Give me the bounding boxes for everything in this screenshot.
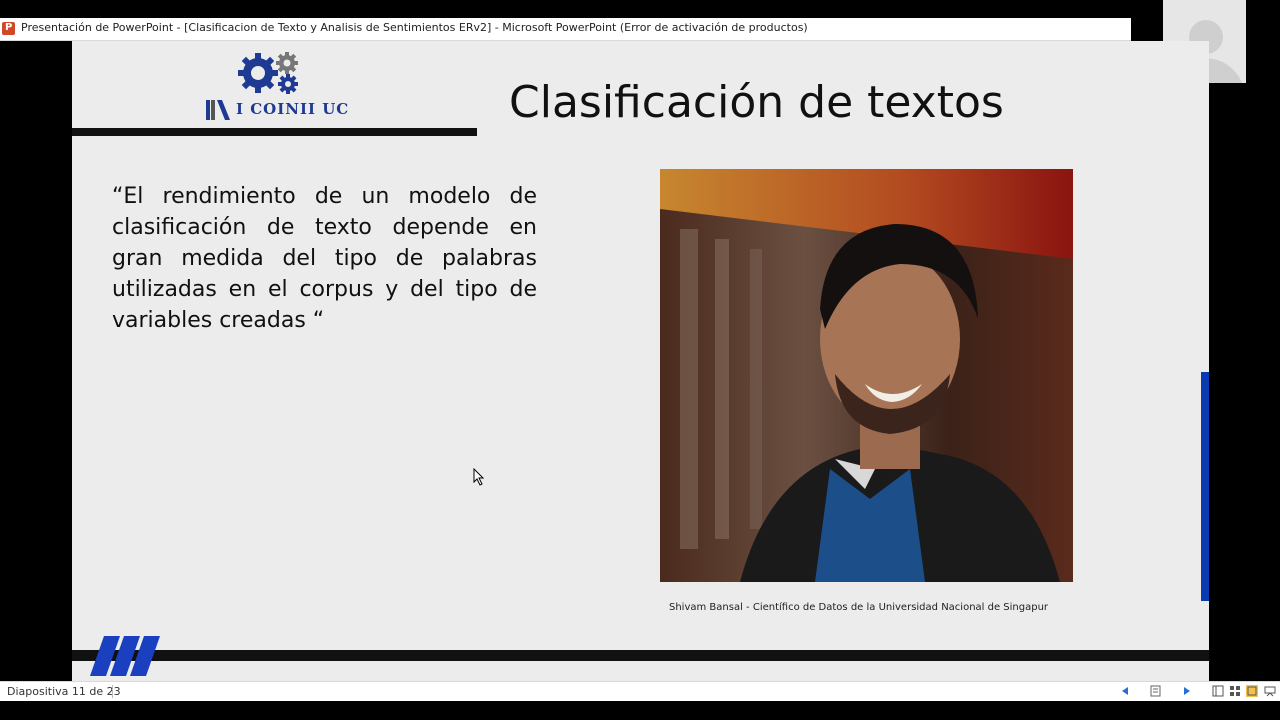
photo-caption: Shivam Bansal - Científico de Datos de l… [669, 602, 1049, 613]
notes-icon[interactable] [1150, 685, 1162, 697]
footer-rule [72, 650, 1209, 661]
slideshow-icon[interactable] [1264, 685, 1276, 697]
header-rule [72, 128, 477, 136]
book-icon [206, 100, 230, 120]
normal-view-icon[interactable] [1212, 685, 1224, 697]
status-bar: Diapositiva 11 de 23 [0, 681, 1280, 701]
presentation-app-icon[interactable]: P [2, 22, 15, 35]
mouse-cursor-icon [473, 468, 485, 486]
quote-text: “El rendimiento de un modelo de clasific… [112, 184, 537, 333]
slide-canvas: I COINII UC Clasificación de textos “El … [72, 41, 1209, 681]
slide-counter: Diapositiva 11 de 23 [7, 685, 121, 698]
reading-view-icon[interactable] [1246, 685, 1258, 697]
speaker-photo [660, 169, 1073, 582]
logo-text: I COINII UC [236, 100, 350, 118]
slide-sorter-icon[interactable] [1229, 685, 1241, 697]
window-titlebar: P Presentación de PowerPoint - [Clasific… [0, 18, 1131, 41]
accent-bar [1201, 372, 1209, 601]
coinii-logo: I COINII UC [202, 45, 352, 123]
prev-slide-icon[interactable] [1120, 685, 1132, 697]
slide-title: Clasificación de textos [509, 77, 1004, 128]
gears-icon [238, 52, 298, 94]
window-title: Presentación de PowerPoint - [Clasificac… [21, 21, 808, 34]
footer-stripes-logo [90, 636, 160, 676]
status-separator [112, 685, 113, 698]
next-slide-icon[interactable] [1180, 685, 1192, 697]
